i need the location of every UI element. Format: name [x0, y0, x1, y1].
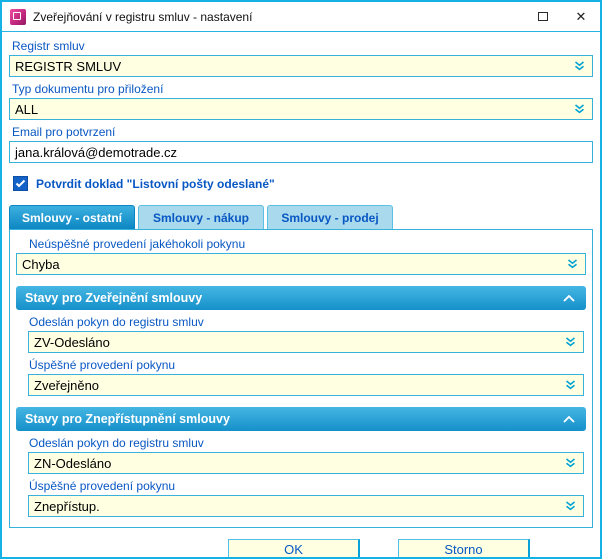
uspesne-provedeni-combo[interactable]: Znepřístup. [28, 495, 584, 517]
uspesne-provedeni-value: Znepřístup. [34, 498, 100, 514]
storno-button[interactable]: Storno [398, 538, 530, 557]
registr-combo[interactable]: REGISTR SMLUV [9, 55, 593, 77]
tab-smlouvy-nakup[interactable]: Smlouvy - nákup [138, 205, 264, 229]
chevron-up-icon[interactable] [561, 290, 577, 306]
uspesne-provedeni-value: Zveřejněno [34, 377, 100, 393]
odeslan-pokyn-value: ZN-Odesláno [34, 455, 112, 471]
tab-panel: Neúspěšné provedení jakéhokoli pokynu Ch… [9, 229, 593, 528]
section-title: Stavy pro Zveřejnění smlouvy [25, 291, 203, 305]
section-header-zverejneni[interactable]: Stavy pro Zveřejnění smlouvy [16, 286, 586, 310]
chevron-up-icon[interactable] [561, 411, 577, 427]
maximize-button[interactable] [524, 2, 562, 31]
dialog-window: Zveřejňování v registru smluv - nastaven… [0, 0, 602, 559]
section-title: Stavy pro Znepřístupnění smlouvy [25, 412, 230, 426]
dropdown-icon[interactable] [571, 56, 587, 76]
close-button[interactable]: ✕ [562, 2, 600, 31]
fail-value: Chyba [22, 256, 60, 272]
fail-label: Neúspěšné provedení jakéhokoli pokynu [29, 237, 246, 251]
window-title: Zveřejňování v registru smluv - nastaven… [33, 9, 253, 24]
ok-button[interactable]: OK [228, 538, 360, 557]
odeslan-pokyn-value: ZV-Odesláno [34, 334, 110, 350]
email-field[interactable]: jana.králová@demotrade.cz [9, 141, 593, 163]
section-header-znepristupneni[interactable]: Stavy pro Znepřístupnění smlouvy [16, 407, 586, 431]
tab-smlouvy-prodej[interactable]: Smlouvy - prodej [267, 205, 393, 229]
typ-dokumentu-value: ALL [15, 101, 39, 117]
button-bar: OK Storno [2, 528, 600, 557]
confirm-checkbox-row: Potvrdit doklad "Listovní pošty odeslané… [13, 176, 593, 191]
dropdown-icon[interactable] [562, 453, 578, 473]
uspesne-provedeni-label: Úspěšné provedení pokynu [29, 479, 176, 493]
dropdown-icon[interactable] [562, 496, 578, 516]
email-label: Email pro potvrzení [12, 125, 116, 139]
dropdown-icon[interactable] [562, 332, 578, 352]
dropdown-icon[interactable] [562, 375, 578, 395]
close-icon: ✕ [575, 8, 587, 24]
uspesne-provedeni-combo[interactable]: Zveřejněno [28, 374, 584, 396]
dropdown-icon[interactable] [571, 99, 587, 119]
odeslan-pokyn-label: Odeslán pokyn do registru smluv [29, 315, 204, 329]
maximize-icon [538, 12, 548, 21]
registr-value: REGISTR SMLUV [15, 58, 122, 74]
typ-dokumentu-combo[interactable]: ALL [9, 98, 593, 120]
uspesne-provedeni-label: Úspěšné provedení pokynu [29, 358, 176, 372]
tab-bar: Smlouvy - ostatní Smlouvy - nákup Smlouv… [9, 205, 593, 229]
app-icon [10, 8, 26, 25]
typ-dokumentu-label: Typ dokumentu pro přiložení [12, 82, 164, 96]
odeslan-pokyn-combo[interactable]: ZN-Odesláno [28, 452, 584, 474]
confirm-checkbox[interactable] [13, 176, 28, 191]
fail-combo[interactable]: Chyba [16, 253, 586, 275]
email-value: jana.králová@demotrade.cz [15, 144, 178, 160]
confirm-checkbox-label: Potvrdit doklad "Listovní pošty odeslané… [36, 176, 275, 191]
dialog-content: Registr smluv REGISTR SMLUV Typ dokument… [2, 32, 600, 528]
odeslan-pokyn-label: Odeslán pokyn do registru smluv [29, 436, 204, 450]
title-bar: Zveřejňování v registru smluv - nastaven… [2, 2, 600, 32]
tab-smlouvy-ostatni[interactable]: Smlouvy - ostatní [9, 205, 135, 229]
registr-label: Registr smluv [12, 39, 85, 53]
odeslan-pokyn-combo[interactable]: ZV-Odesláno [28, 331, 584, 353]
dropdown-icon[interactable] [564, 254, 580, 274]
